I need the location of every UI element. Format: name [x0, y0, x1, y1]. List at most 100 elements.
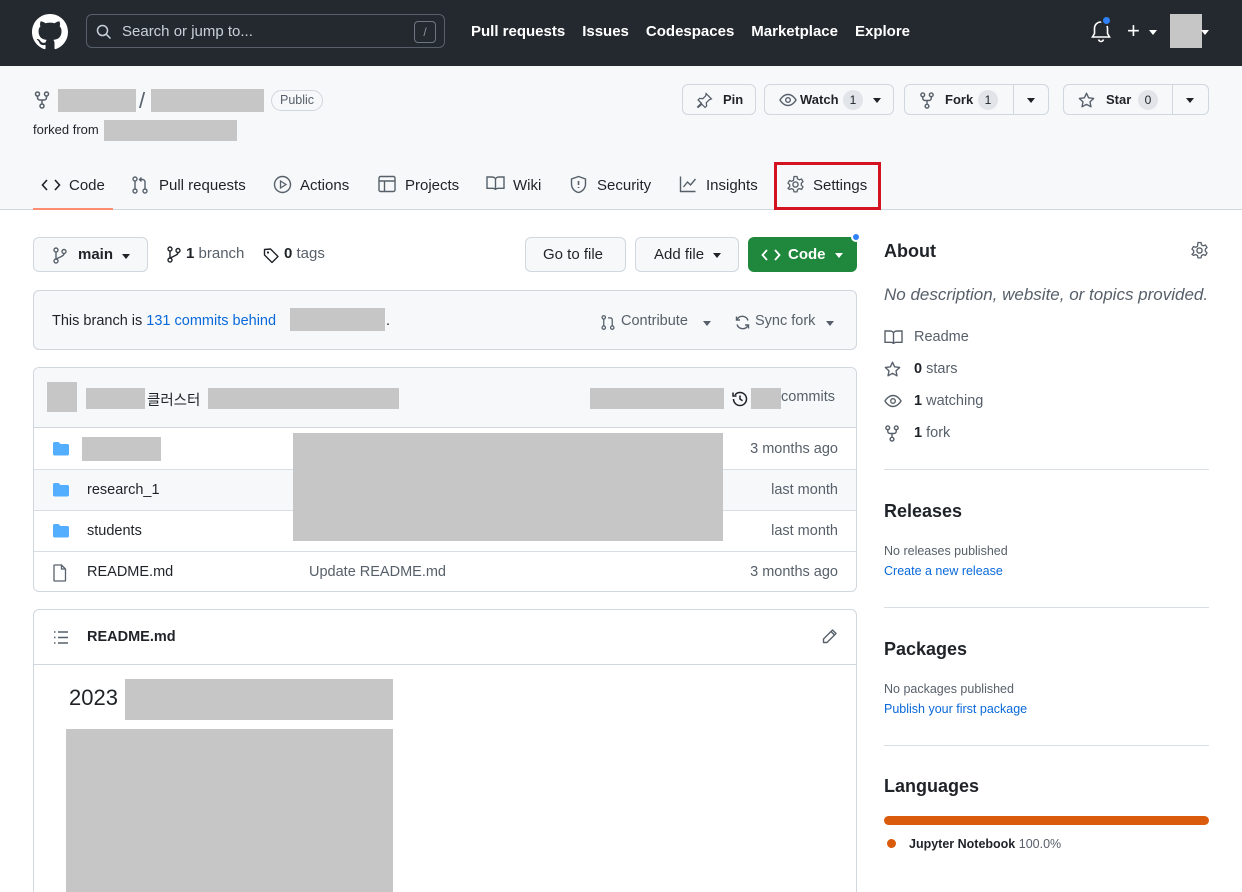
play-icon	[273, 175, 292, 194]
file-name[interactable]: students	[87, 523, 142, 539]
create-release-link[interactable]: Create a new release	[884, 564, 1003, 578]
folder-name-redacted[interactable]	[82, 437, 161, 461]
readme-body-redacted	[66, 729, 393, 892]
branch-select-button[interactable]: main	[33, 237, 148, 272]
edit-pencil-icon[interactable]	[821, 628, 838, 645]
star-icon	[884, 361, 901, 378]
tag-icon	[263, 247, 280, 264]
upstream-repo-redacted[interactable]	[290, 308, 385, 331]
fork-button[interactable]: Fork 1	[904, 84, 1049, 115]
languages-title: Languages	[884, 776, 980, 796]
language-percent: 100.0%	[1018, 837, 1062, 851]
list-icon[interactable]	[53, 630, 69, 645]
tab-code[interactable]: Code	[33, 166, 113, 210]
nav-codespaces[interactable]: Codespaces	[646, 23, 734, 40]
watch-button[interactable]: Watch 1	[764, 84, 894, 115]
visibility-badge: Public	[271, 90, 324, 111]
packages-title[interactable]: Packages	[884, 639, 967, 660]
graph-icon	[679, 175, 697, 193]
file-age: 3 months ago	[750, 564, 838, 580]
code-clone-button[interactable]: Code	[748, 237, 857, 272]
file-age: last month	[771, 523, 838, 539]
contribute-icon	[600, 314, 616, 331]
about-settings-gear-icon[interactable]	[1190, 241, 1209, 260]
commit-message-fragment[interactable]: 클러스터	[147, 389, 200, 410]
tab-projects[interactable]: Projects	[378, 166, 478, 210]
user-menu-caret-icon[interactable]	[1201, 30, 1209, 35]
repo-path-separator: /	[139, 88, 146, 113]
forked-from-label: forked from	[33, 122, 99, 137]
book-icon	[884, 329, 903, 346]
committer-avatar-redacted[interactable]	[47, 382, 77, 412]
file-name[interactable]: README.md	[87, 564, 173, 580]
nav-issues[interactable]: Issues	[582, 23, 629, 40]
branch-icon	[52, 247, 68, 264]
repo-name-redacted[interactable]	[151, 89, 264, 112]
divider	[884, 745, 1209, 746]
global-nav: Pull requests Issues Codespaces Marketpl…	[471, 23, 910, 40]
star-caret-icon[interactable]	[1186, 98, 1194, 103]
readme-panel: README.md 2023	[33, 609, 857, 892]
publish-package-link[interactable]: Publish your first package	[884, 702, 1027, 716]
search-icon	[96, 24, 112, 40]
branch-caret-icon	[122, 254, 130, 259]
fork-caret-icon[interactable]	[1027, 98, 1035, 103]
create-new-caret-icon[interactable]	[1149, 30, 1157, 35]
pull-request-icon	[131, 175, 149, 195]
tab-wiki[interactable]: Wiki	[486, 166, 556, 210]
star-button[interactable]: Star 0	[1063, 84, 1209, 115]
tab-security[interactable]: Security	[570, 166, 670, 210]
nav-explore[interactable]: Explore	[855, 23, 910, 40]
go-to-file-button[interactable]: Go to file	[525, 237, 626, 272]
shield-icon	[570, 175, 587, 194]
file-commit-message[interactable]: Update README.md	[309, 564, 446, 580]
branch-status-text: This branch is 131 commits behind	[52, 313, 277, 329]
language-color-dot	[887, 839, 896, 848]
commit-messages-redacted	[293, 433, 723, 541]
eye-icon	[884, 393, 902, 409]
eye-icon	[779, 92, 797, 108]
language-entry[interactable]: Jupyter Notebook 100.0%	[909, 837, 1061, 851]
history-icon[interactable]	[731, 390, 749, 408]
branch-status-banner: This branch is 131 commits behind . Cont…	[33, 290, 857, 350]
folder-icon	[52, 482, 70, 498]
file-table: 클러스터 commits 3 months ago research_1 las…	[33, 367, 857, 592]
commits-label[interactable]: commits	[781, 389, 835, 405]
commits-behind-link[interactable]: 131 commits behind	[146, 313, 276, 329]
file-row[interactable]: README.md Update README.md 3 months ago	[34, 552, 856, 591]
add-file-button[interactable]: Add file	[635, 237, 739, 272]
pin-icon	[696, 92, 713, 109]
language-name: Jupyter Notebook	[909, 837, 1016, 851]
search-shortcut-key: /	[414, 21, 436, 43]
folder-icon	[52, 523, 70, 539]
forked-from-source-redacted[interactable]	[104, 120, 237, 141]
add-file-caret-icon	[713, 253, 721, 258]
tab-actions[interactable]: Actions	[273, 166, 373, 210]
user-avatar[interactable]	[1170, 14, 1202, 48]
tab-pull-requests[interactable]: Pull requests	[131, 166, 261, 210]
file-name[interactable]: research_1	[87, 482, 160, 498]
commit-hash-redacted[interactable]	[590, 388, 724, 409]
nav-pull-requests[interactable]: Pull requests	[471, 23, 565, 40]
pin-button[interactable]: Pin	[682, 84, 756, 115]
latest-commit-header: 클러스터 commits	[34, 368, 856, 428]
commit-message-redacted[interactable]	[208, 388, 399, 409]
create-new-plus-icon[interactable]: +	[1127, 20, 1140, 42]
releases-title[interactable]: Releases	[884, 501, 962, 522]
fork-icon	[919, 92, 935, 109]
committer-name-redacted[interactable]	[86, 388, 145, 409]
commit-count-redacted[interactable]	[751, 388, 781, 409]
packages-empty-text: No packages published	[884, 682, 1014, 696]
readme-title[interactable]: README.md	[87, 629, 176, 645]
nav-marketplace[interactable]: Marketplace	[751, 23, 838, 40]
watch-caret-icon	[873, 98, 881, 103]
search-input[interactable]: Search or jump to... /	[86, 14, 445, 48]
github-logo-icon[interactable]	[32, 14, 68, 50]
repo-owner-redacted[interactable]	[58, 89, 136, 112]
tab-insights[interactable]: Insights	[679, 166, 769, 210]
file-icon	[52, 564, 68, 582]
file-age: 3 months ago	[750, 441, 838, 457]
code-caret-icon	[835, 253, 843, 258]
divider	[884, 607, 1209, 608]
about-title: About	[884, 241, 936, 261]
